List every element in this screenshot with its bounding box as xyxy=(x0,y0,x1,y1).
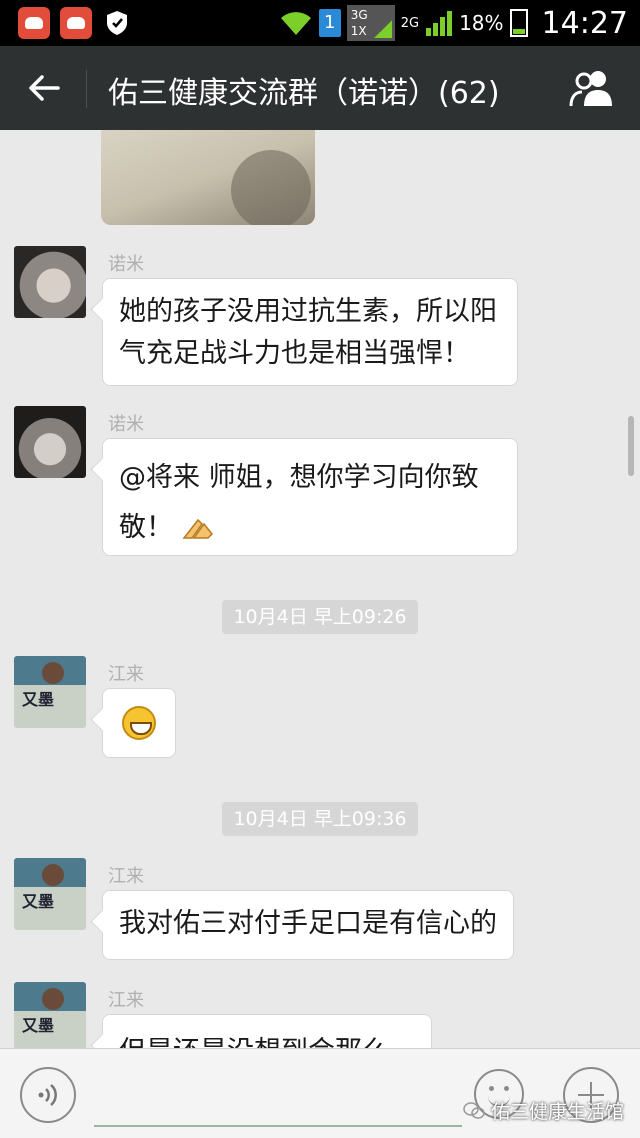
network-type-indicator: 3G 1X xyxy=(346,5,395,41)
watermark: 佑三健康生活馆 xyxy=(463,1097,624,1124)
sim-slot-indicator: 1 xyxy=(318,9,341,37)
sender-name: 江来 xyxy=(108,990,144,1011)
chat-title: 佑三健康交流群（诺诺）(62) xyxy=(108,76,500,111)
message-bubble[interactable]: @将来 师姐，想你学习向你致敬！ xyxy=(102,438,518,556)
avatar[interactable] xyxy=(14,246,86,318)
signal-icon xyxy=(373,20,392,38)
sender-name: 江来 xyxy=(108,664,144,685)
status-bar: 1 3G 1X 2G 18% 14:27 xyxy=(0,0,640,46)
title-divider xyxy=(86,70,87,108)
avatar[interactable] xyxy=(14,406,86,478)
input-bar: 佑三健康生活馆 xyxy=(0,1048,640,1138)
timestamp-divider: 10月4日 早上09:26 xyxy=(222,600,418,634)
folded-hands-emoji-icon xyxy=(182,518,213,539)
back-button[interactable] xyxy=(22,66,66,110)
chat-message-list[interactable]: 诺米 她的孩子没用过抗生素，所以阳气充足战斗力也是相当强悍！ 诺米 @将来 师姐… xyxy=(0,130,640,1048)
message-bubble[interactable] xyxy=(102,688,176,758)
group-members-icon xyxy=(569,71,612,107)
battery-percent: 18% xyxy=(459,11,504,35)
voice-input-button[interactable] xyxy=(20,1067,76,1123)
group-members-button[interactable] xyxy=(568,68,616,108)
scrollbar[interactable] xyxy=(628,416,634,476)
timestamp-divider: 10月4日 早上09:36 xyxy=(222,802,418,836)
message-text: 我对佑三对付手足口是有信心的 xyxy=(119,908,497,939)
message-bubble[interactable]: 她的孩子没用过抗生素，所以阳气充足战斗力也是相当强悍！ xyxy=(102,278,518,386)
arrow-left-icon xyxy=(29,75,60,101)
watermark-text: 佑三健康生活馆 xyxy=(490,1101,624,1123)
wifi-icon xyxy=(280,12,311,35)
wechat-icon xyxy=(463,1101,485,1119)
battery-icon xyxy=(509,9,528,37)
network-2g-label: 2G xyxy=(400,15,420,31)
voice-icon xyxy=(38,1084,57,1106)
message-input[interactable] xyxy=(94,1069,462,1127)
status-time: 14:27 xyxy=(541,5,628,41)
shield-icon xyxy=(102,7,132,39)
message-text: @将来 师姐，想你学习向你致敬！ xyxy=(119,462,479,543)
notification-app-icon xyxy=(60,7,92,39)
message-text: 但是还是没想到会那么快 xyxy=(119,1036,389,1048)
sender-name: 江来 xyxy=(108,866,144,887)
message-bubble[interactable]: 我对佑三对付手足口是有信心的 xyxy=(102,890,514,960)
message-bubble[interactable]: 但是还是没想到会那么快 xyxy=(102,1014,432,1048)
image-message-thumbnail[interactable] xyxy=(101,130,315,225)
sender-name: 诺米 xyxy=(108,414,144,435)
avatar[interactable]: 又墨 xyxy=(14,858,86,930)
avatar[interactable]: 又墨 xyxy=(14,656,86,728)
notification-app-icon xyxy=(18,7,50,39)
sender-name: 诺米 xyxy=(108,254,144,275)
avatar[interactable]: 又墨 xyxy=(14,982,86,1048)
grin-emoji-icon xyxy=(122,706,156,740)
title-bar: 佑三健康交流群（诺诺）(62) xyxy=(0,46,640,130)
signal-bars-icon xyxy=(426,11,453,36)
message-text: 她的孩子没用过抗生素，所以阳气充足战斗力也是相当强悍！ xyxy=(119,296,497,369)
